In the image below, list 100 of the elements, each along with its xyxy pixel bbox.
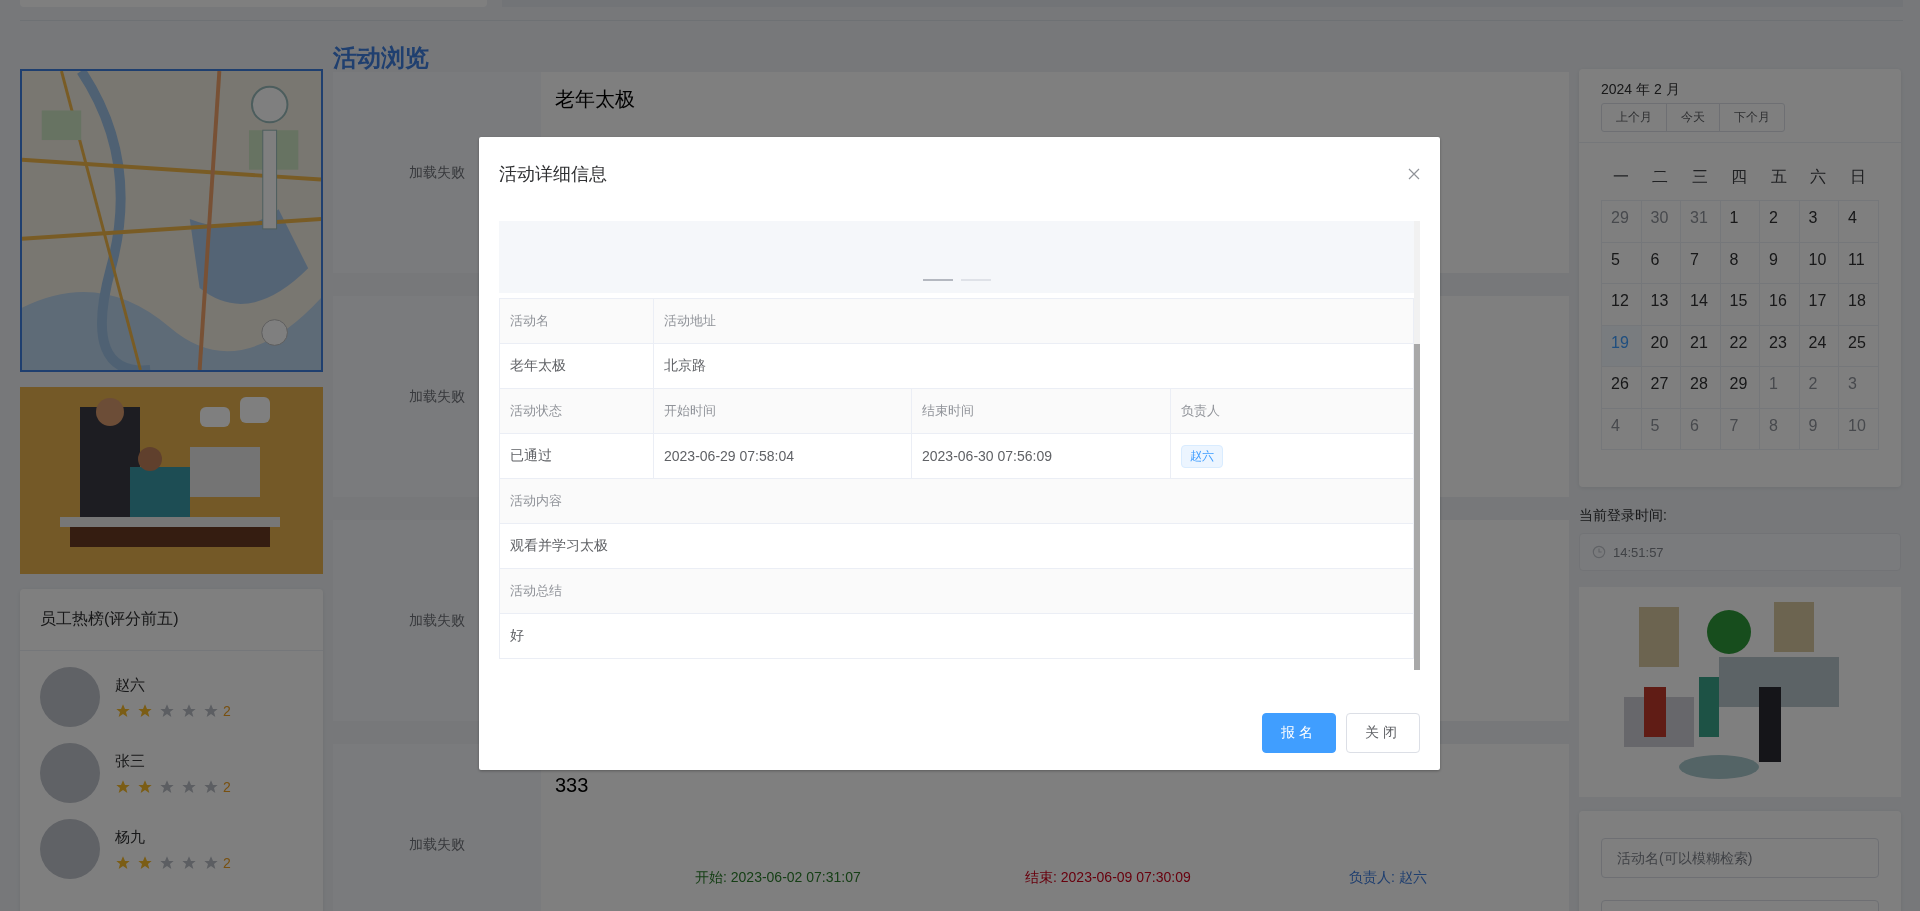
field-label: 活动内容 [500,479,1414,524]
calendar-day[interactable]: 6 [1681,408,1721,450]
close-button[interactable]: 关闭 [1346,713,1420,753]
star-icon [137,778,153,795]
weekday-label: 六 [1809,167,1828,187]
end-time: 结束: 2023-06-09 07:30:09 [1025,869,1192,887]
calendar-day[interactable]: 28 [1681,367,1721,409]
calendar-day[interactable]: 24 [1799,325,1839,367]
rating-score: 2 [223,854,231,871]
star-icon [159,778,175,795]
calendar-day[interactable]: 8 [1760,408,1800,450]
rating-score: 2 [223,778,231,795]
avatar [40,819,100,879]
employee-name: 张三 [115,751,146,771]
star-icon [137,854,153,871]
calendar-day[interactable]: 18 [1839,284,1879,326]
clock-icon [1592,545,1606,559]
employee-name: 赵六 [115,675,146,695]
person-tag: 赵六 [1181,444,1223,468]
star-icon [203,702,219,719]
calendar-day[interactable]: 3 [1839,367,1879,409]
load-error-text: 加载失败 [409,163,465,182]
search-field[interactable]: 活动名(可以模糊检索) [1601,838,1879,878]
calendar-day[interactable]: 4 [1602,408,1642,450]
calendar-day[interactable]: 10 [1799,242,1839,284]
login-time-label: 当前登录时间: [1579,507,1668,525]
calendar-day[interactable]: 3 [1799,201,1839,243]
load-error-text: 加载失败 [409,387,465,406]
calendar-day[interactable]: 9 [1760,242,1800,284]
activity-title: 老年太极 [555,87,635,112]
scrollbar[interactable] [1414,221,1420,670]
star-icon [181,702,197,719]
star-icon [115,854,131,871]
field-label: 开始时间 [654,389,912,434]
calendar-day[interactable]: 15 [1720,284,1760,326]
calendar-day[interactable]: 7 [1720,408,1760,450]
month-button[interactable]: 今天 [1666,103,1720,132]
calendar-day[interactable]: 6 [1641,242,1681,284]
activity-title: 333 [555,774,589,797]
carousel-indicator[interactable] [922,279,953,281]
calendar-day[interactable]: 29 [1720,367,1760,409]
rating-score: 2 [223,702,231,719]
field-label: 活动状态 [500,389,654,434]
card-title: 员工热榜(评分前五) [40,610,179,627]
calendar-day[interactable]: 1 [1720,201,1760,243]
calendar-day[interactable]: 30 [1641,201,1681,243]
star-icon [203,854,219,871]
avatar [40,667,100,727]
employee-name: 杨九 [115,827,146,847]
calendar-day[interactable]: 5 [1641,408,1681,450]
calendar-day[interactable]: 22 [1720,325,1760,367]
dialog-title: 活动详细信息 [499,163,607,186]
calendar-day[interactable]: 8 [1720,242,1760,284]
weekday-label: 二 [1651,167,1670,187]
calendar-day[interactable]: 26 [1602,367,1642,409]
month-button[interactable]: 上个月 [1601,103,1667,132]
calendar-day[interactable]: 27 [1641,367,1681,409]
calendar-day[interactable]: 5 [1602,242,1642,284]
field-label: 结束时间 [912,389,1171,434]
calendar-day[interactable]: 14 [1681,284,1721,326]
calendar-day[interactable]: 25 [1839,325,1879,367]
field-value: 好 [500,614,1414,659]
calendar-day[interactable]: 20 [1641,325,1681,367]
star-icon [137,702,153,719]
calendar-day[interactable]: 4 [1839,201,1879,243]
field-label: 活动地址 [654,299,1414,344]
calendar-day[interactable]: 11 [1839,242,1879,284]
weekday-label: 日 [1848,167,1867,187]
calendar-day[interactable]: 29 [1602,201,1642,243]
avatar [40,743,100,803]
star-icon [203,778,219,795]
load-error-text: 加载失败 [409,835,465,854]
weekday-label: 四 [1730,167,1749,187]
close-icon[interactable] [1408,168,1420,180]
calendar-day[interactable]: 7 [1681,242,1721,284]
field-label: 活动名 [500,299,654,344]
load-error-text: 加载失败 [409,611,465,630]
calendar-day[interactable]: 1 [1760,367,1800,409]
field-label: 活动总结 [500,569,1414,614]
time-field: 14:51:57 [1579,533,1901,571]
calendar-day[interactable]: 16 [1760,284,1800,326]
star-icon [159,854,175,871]
star-icon [159,702,175,719]
calendar-day[interactable]: 17 [1799,284,1839,326]
calendar-day[interactable]: 2 [1760,201,1800,243]
star-icon [181,854,197,871]
signup-button[interactable]: 报名 [1262,713,1336,753]
month-button[interactable]: 下个月 [1719,103,1785,132]
calendar-day[interactable]: 23 [1760,325,1800,367]
calendar-day[interactable]: 13 [1641,284,1681,326]
start-time: 开始: 2023-06-02 07:31:07 [695,869,862,887]
calendar-day[interactable]: 21 [1681,325,1721,367]
calendar-day[interactable]: 10 [1839,408,1879,450]
weekday-label: 三 [1690,167,1709,187]
calendar-title: 2024 年 2 月 [1601,81,1681,99]
calendar-day[interactable]: 9 [1799,408,1839,450]
star-icon [115,702,131,719]
calendar-day[interactable]: 31 [1681,201,1721,243]
calendar-day[interactable]: 2 [1799,367,1839,409]
calendar-day[interactable]: 12 [1602,284,1642,326]
